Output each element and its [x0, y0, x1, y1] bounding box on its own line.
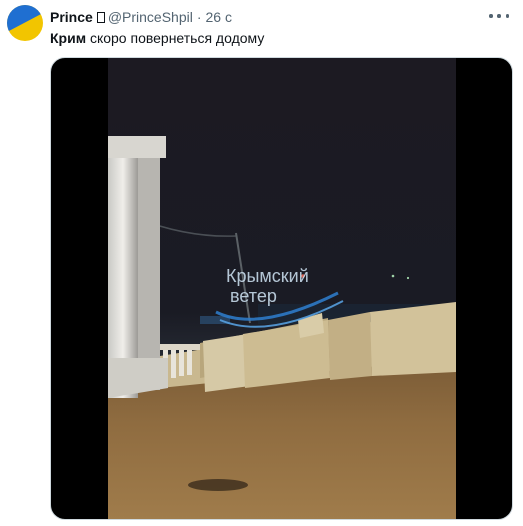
tweet-text: Крим скоро повернеться додому [50, 29, 264, 47]
more-horizontal-icon [489, 14, 493, 18]
missing-glyph-icon [96, 12, 105, 23]
tweet-header: Prince @PrinceShpil · 26 с [50, 8, 483, 26]
more-options-button[interactable] [489, 9, 509, 23]
separator-dot: · [196, 9, 202, 25]
avatar[interactable] [7, 5, 43, 41]
author-handle[interactable]: @PrinceShpil [108, 9, 193, 25]
video-media[interactable]: Крымский ветер [50, 57, 513, 520]
author-name[interactable]: Prince [50, 9, 93, 25]
timestamp[interactable]: 26 с [206, 9, 232, 25]
more-dot [505, 14, 509, 18]
watermark-line2: ветер [230, 286, 277, 306]
video-frame: Крымский ветер [108, 58, 456, 519]
more-dot [497, 14, 501, 18]
watermark-line1: Крымский [226, 266, 309, 286]
ukraine-flag-avatar [7, 5, 43, 41]
tweet-text-bold: Крим [50, 30, 87, 46]
tweet-text-rest: скоро повернеться додому [86, 30, 265, 46]
